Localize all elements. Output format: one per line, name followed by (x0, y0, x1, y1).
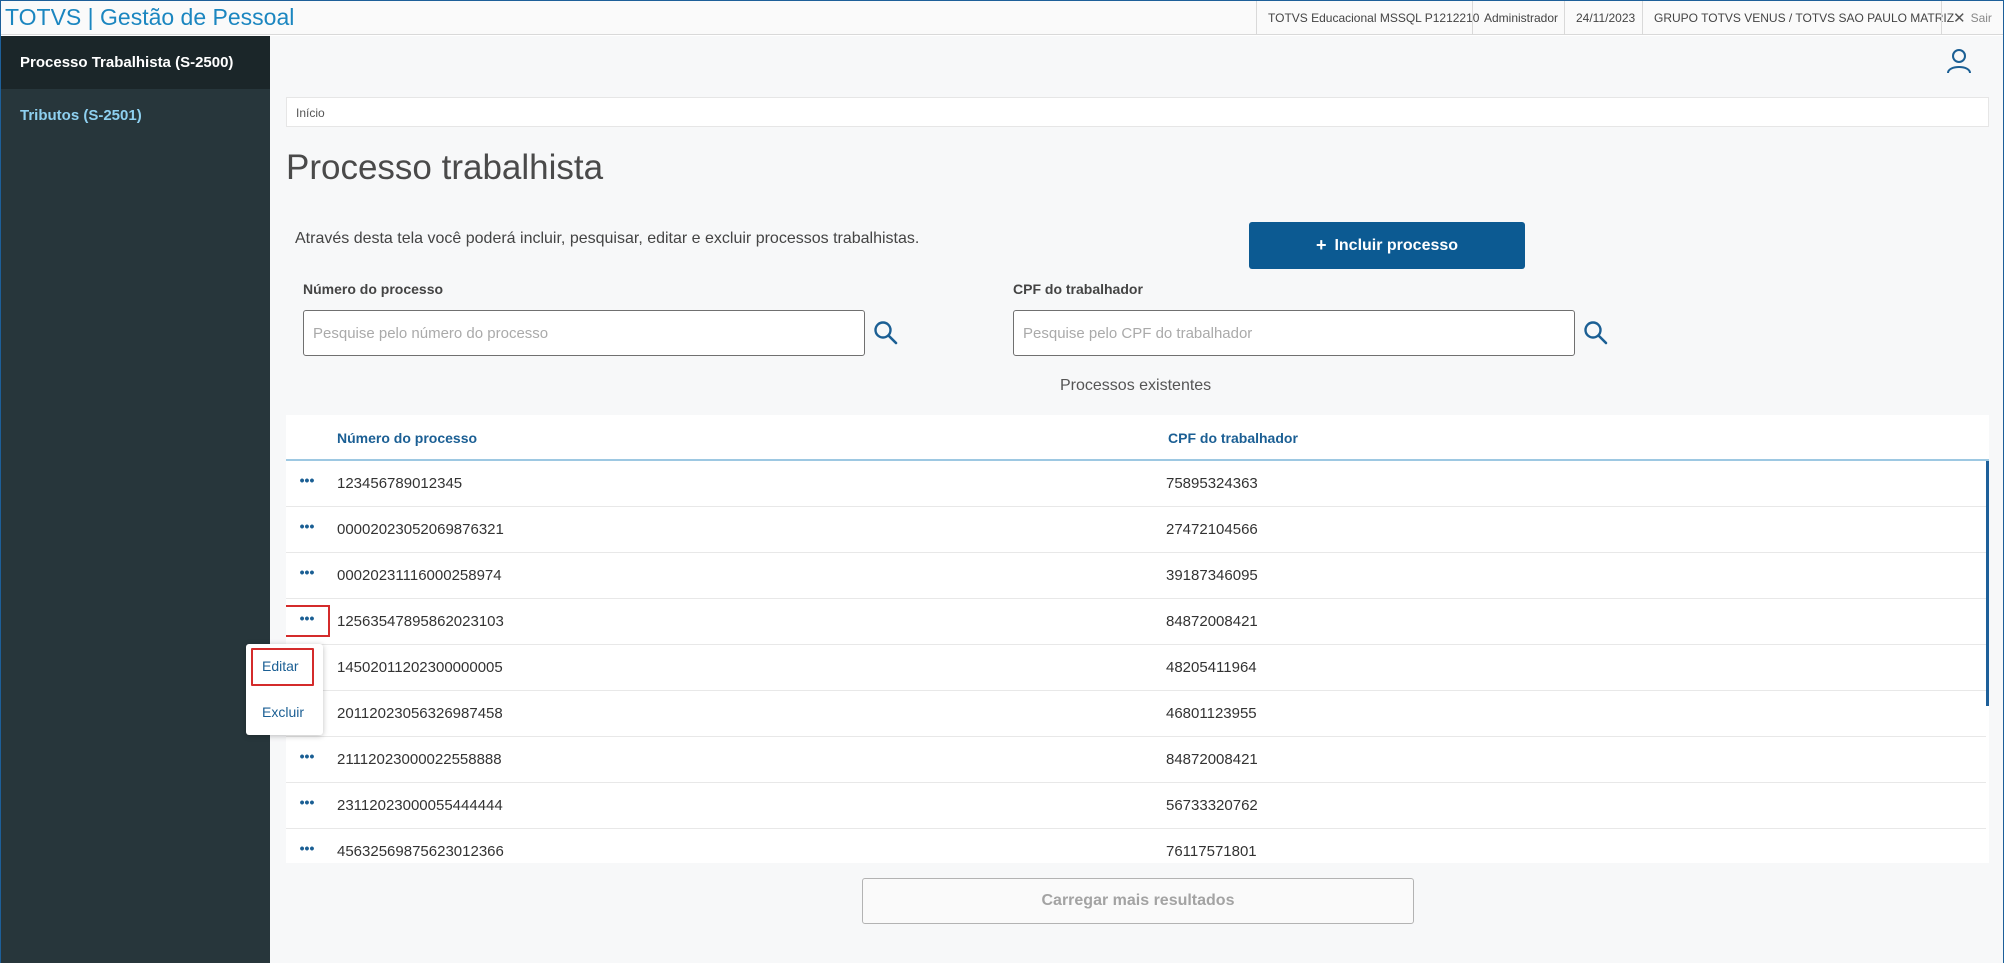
environment-info: TOTVS Educacional MSSQL P1212210 (1256, 1, 1490, 35)
top-bar: TOTVS | Gestão de Pessoal TOTVS Educacio… (1, 1, 2003, 35)
row-actions-button[interactable]: ••• (296, 841, 318, 861)
page-title: Processo trabalhista (286, 148, 604, 187)
cpf-cell: 56733320762 (1166, 797, 1258, 814)
process-table: Número do processo CPF do trabalhador ••… (286, 415, 1989, 863)
table-row: ••• 21112023000022558888 84872008421 (286, 737, 1986, 783)
row-actions-button[interactable]: ••• (296, 519, 318, 539)
table-row: 14502011202300000005 48205411964 (286, 645, 1986, 691)
row-actions-button[interactable]: ••• (286, 605, 330, 637)
column-header-cpf[interactable]: CPF do trabalhador (1168, 430, 1298, 446)
process-number-cell: 00020231116000258974 (337, 567, 502, 584)
table-row: ••• 00020231116000258974 39187346095 (286, 553, 1986, 599)
breadcrumb-home[interactable]: Início (296, 106, 325, 120)
search-icon[interactable] (873, 320, 899, 346)
process-number-cell: 12563547895862023103 (337, 613, 504, 630)
exit-button[interactable]: ✕ Sair (1941, 1, 2003, 35)
menu-item-delete[interactable]: Excluir (246, 692, 323, 732)
table-row: ••• 12563547895862023103 84872008421 (286, 599, 1986, 645)
cpf-cell: 27472104566 (1166, 521, 1258, 538)
cpf-cell: 75895324363 (1166, 475, 1258, 492)
user-icon[interactable] (1946, 48, 1972, 74)
row-actions-menu: Editar Excluir (246, 644, 323, 735)
process-number-cell: 45632569875623012366 (337, 843, 504, 860)
sidebar-item-processo-trabalhista[interactable]: Processo Trabalhista (S-2500) (1, 36, 270, 89)
process-number-input[interactable]: Pesquise pelo número do processo (303, 310, 865, 356)
exit-label: Sair (1970, 11, 1992, 25)
process-number-placeholder: Pesquise pelo número do processo (313, 324, 549, 342)
page-description: Através desta tela você poderá incluir, … (295, 230, 920, 247)
table-row: ••• 23112023000055444444 56733320762 (286, 783, 1986, 829)
cpf-cell: 46801123955 (1166, 705, 1257, 722)
search-icon[interactable] (1583, 320, 1609, 346)
add-process-label: Incluir processo (1334, 236, 1459, 254)
close-icon: ✕ (1953, 10, 1966, 27)
cpf-cell: 84872008421 (1166, 613, 1258, 630)
process-number-cell: 21112023000022558888 (337, 751, 502, 768)
breadcrumb: Início (286, 97, 1989, 127)
process-number-cell: 00002023052069876321 (337, 521, 504, 538)
cpf-cell: 48205411964 (1166, 659, 1257, 676)
process-number-label: Número do processo (303, 281, 444, 297)
plus-icon: + (1315, 235, 1327, 255)
row-actions-button[interactable]: ••• (296, 473, 318, 493)
column-header-numero[interactable]: Número do processo (337, 430, 477, 446)
main-content: Início Processo trabalhista Através dest… (270, 36, 2003, 963)
cpf-placeholder: Pesquise pelo CPF do trabalhador (1023, 324, 1253, 342)
menu-item-edit[interactable]: Editar (246, 646, 323, 686)
cpf-input[interactable]: Pesquise pelo CPF do trabalhador (1013, 310, 1575, 356)
company-info: GRUPO TOTVS VENUS / TOTVS SAO PAULO MATR… (1642, 1, 1965, 35)
table-row: 20112023056326987458 46801123955 (286, 691, 1986, 737)
list-title: Processos existentes (1060, 377, 1212, 394)
load-more-button[interactable]: Carregar mais resultados (862, 878, 1414, 924)
table-row: ••• 45632569875623012366 76117571801 (286, 829, 1986, 863)
app-title: TOTVS | Gestão de Pessoal (5, 4, 295, 30)
user-info: Administrador (1472, 1, 1569, 35)
process-number-cell: 14502011202300000005 (337, 659, 503, 676)
cpf-label: CPF do trabalhador (1013, 281, 1143, 297)
row-actions-button[interactable]: ••• (296, 749, 318, 769)
sidebar: Processo Trabalhista (S-2500) Tributos (… (1, 36, 270, 963)
date-info: 24/11/2023 (1564, 1, 1646, 35)
process-number-cell: 23112023000055444444 (337, 797, 503, 814)
row-actions-button[interactable]: ••• (296, 565, 318, 585)
sidebar-item-tributos[interactable]: Tributos (S-2501) (1, 89, 270, 142)
cpf-cell: 84872008421 (1166, 751, 1258, 768)
scrollbar[interactable] (1986, 461, 1989, 706)
process-number-cell: 20112023056326987458 (337, 705, 503, 722)
cpf-cell: 76117571801 (1166, 843, 1257, 860)
row-actions-button[interactable]: ••• (296, 795, 318, 815)
table-header: Número do processo CPF do trabalhador (286, 415, 1989, 461)
add-process-button[interactable]: + Incluir processo (1249, 222, 1525, 269)
process-number-cell: 123456789012345 (337, 475, 463, 492)
table-row: ••• 00002023052069876321 27472104566 (286, 507, 1986, 553)
table-row: ••• 123456789012345 75895324363 (286, 461, 1986, 507)
cpf-cell: 39187346095 (1166, 567, 1258, 584)
